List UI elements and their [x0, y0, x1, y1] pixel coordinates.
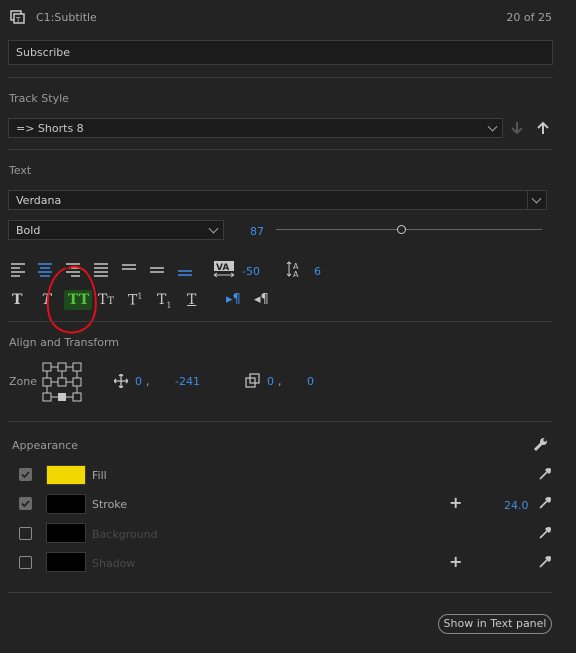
font-size-slider-thumb[interactable] — [396, 225, 406, 234]
fill-label: Fill — [92, 469, 107, 482]
background-label: Background — [92, 528, 158, 541]
tracking-value[interactable]: -50 — [242, 265, 260, 278]
wrench-icon[interactable] — [532, 437, 548, 456]
font-family-dropdown[interactable]: Verdana — [8, 190, 547, 210]
scale-y-value[interactable]: 0 — [307, 375, 314, 388]
subscript-icon[interactable]: T1 — [157, 292, 171, 310]
align-bottom-icon[interactable] — [177, 263, 193, 280]
chevron-down-icon — [487, 121, 498, 132]
caption-text-input[interactable]: Subscribe — [8, 40, 553, 65]
font-weight-value: Bold — [16, 224, 41, 237]
font-weight-dropdown[interactable]: Bold — [8, 220, 224, 240]
superscript-icon[interactable]: T1 — [128, 292, 142, 309]
font-size-slider[interactable] — [276, 225, 542, 235]
leading-value[interactable]: 6 — [314, 265, 321, 278]
position-icon — [113, 373, 129, 391]
position-x-value[interactable]: 0 — [135, 375, 142, 388]
track-style-dropdown[interactable]: => Shorts 8 — [8, 118, 503, 138]
scale-separator: , — [278, 375, 282, 388]
fill-color-swatch[interactable] — [46, 465, 86, 485]
text-section-label: Text — [9, 164, 32, 177]
svg-text:T: T — [15, 16, 21, 24]
zone-label: Zone — [9, 375, 38, 388]
small-caps-icon[interactable]: TT — [98, 292, 114, 308]
align-transform-label: Align and Transform — [9, 336, 119, 349]
caption-edit-icon: T — [10, 10, 28, 28]
zone-grid[interactable] — [42, 362, 82, 405]
background-eyedropper-icon[interactable] — [538, 526, 552, 543]
svg-text:A: A — [293, 270, 299, 278]
faux-bold-icon[interactable]: T — [12, 292, 22, 308]
svg-text:VA: VA — [216, 263, 229, 273]
track-style-label: Track Style — [9, 92, 69, 105]
annotation-circle — [46, 265, 97, 334]
caption-counter: 20 of 25 — [506, 11, 552, 24]
scale-x-value[interactable]: 0 — [267, 375, 274, 388]
shadow-checkbox[interactable] — [19, 556, 32, 569]
stroke-eyedropper-icon[interactable] — [538, 496, 552, 513]
scale-icon — [245, 373, 260, 391]
position-separator: , — [146, 375, 150, 388]
align-top-icon[interactable] — [121, 263, 137, 280]
tracking-icon: VA — [213, 260, 235, 281]
shadow-eyedropper-icon[interactable] — [538, 555, 552, 572]
sync-style-up-icon[interactable] — [535, 120, 551, 136]
rtl-direction-icon[interactable]: ◂¶ — [254, 292, 269, 307]
track-style-value: => Shorts 8 — [16, 122, 84, 135]
ltr-direction-icon[interactable]: ▸¶ — [226, 292, 241, 307]
align-left-icon[interactable] — [10, 263, 26, 280]
position-y-value[interactable]: -241 — [175, 375, 200, 388]
align-middle-icon[interactable] — [149, 263, 165, 280]
show-in-text-panel-button[interactable]: Show in Text panel — [438, 614, 552, 634]
background-color-swatch[interactable] — [46, 523, 86, 543]
stroke-color-swatch[interactable] — [46, 494, 86, 514]
appearance-label: Appearance — [12, 439, 79, 452]
underline-icon[interactable]: T — [187, 292, 196, 308]
background-checkbox[interactable] — [19, 527, 32, 540]
add-shadow-icon[interactable]: + — [449, 554, 462, 570]
shadow-label: Shadow — [92, 557, 136, 570]
chevron-down-icon — [208, 223, 219, 234]
caption-title: C1:Subtitle — [36, 11, 97, 24]
show-in-text-panel-label: Show in Text panel — [443, 617, 547, 630]
stroke-checkbox[interactable] — [19, 497, 32, 510]
push-style-down-icon[interactable] — [509, 120, 525, 136]
fill-eyedropper-icon[interactable] — [538, 467, 552, 484]
caption-text-value: Subscribe — [16, 46, 71, 59]
add-stroke-icon[interactable]: + — [449, 495, 462, 511]
font-family-value: Verdana — [16, 194, 62, 207]
stroke-label: Stroke — [92, 498, 128, 511]
stroke-width-value[interactable]: 24.0 — [504, 499, 529, 512]
font-size-value[interactable]: 87 — [250, 225, 264, 238]
shadow-color-swatch[interactable] — [46, 552, 86, 572]
leading-icon: AA — [286, 260, 306, 281]
fill-checkbox[interactable] — [19, 468, 32, 481]
